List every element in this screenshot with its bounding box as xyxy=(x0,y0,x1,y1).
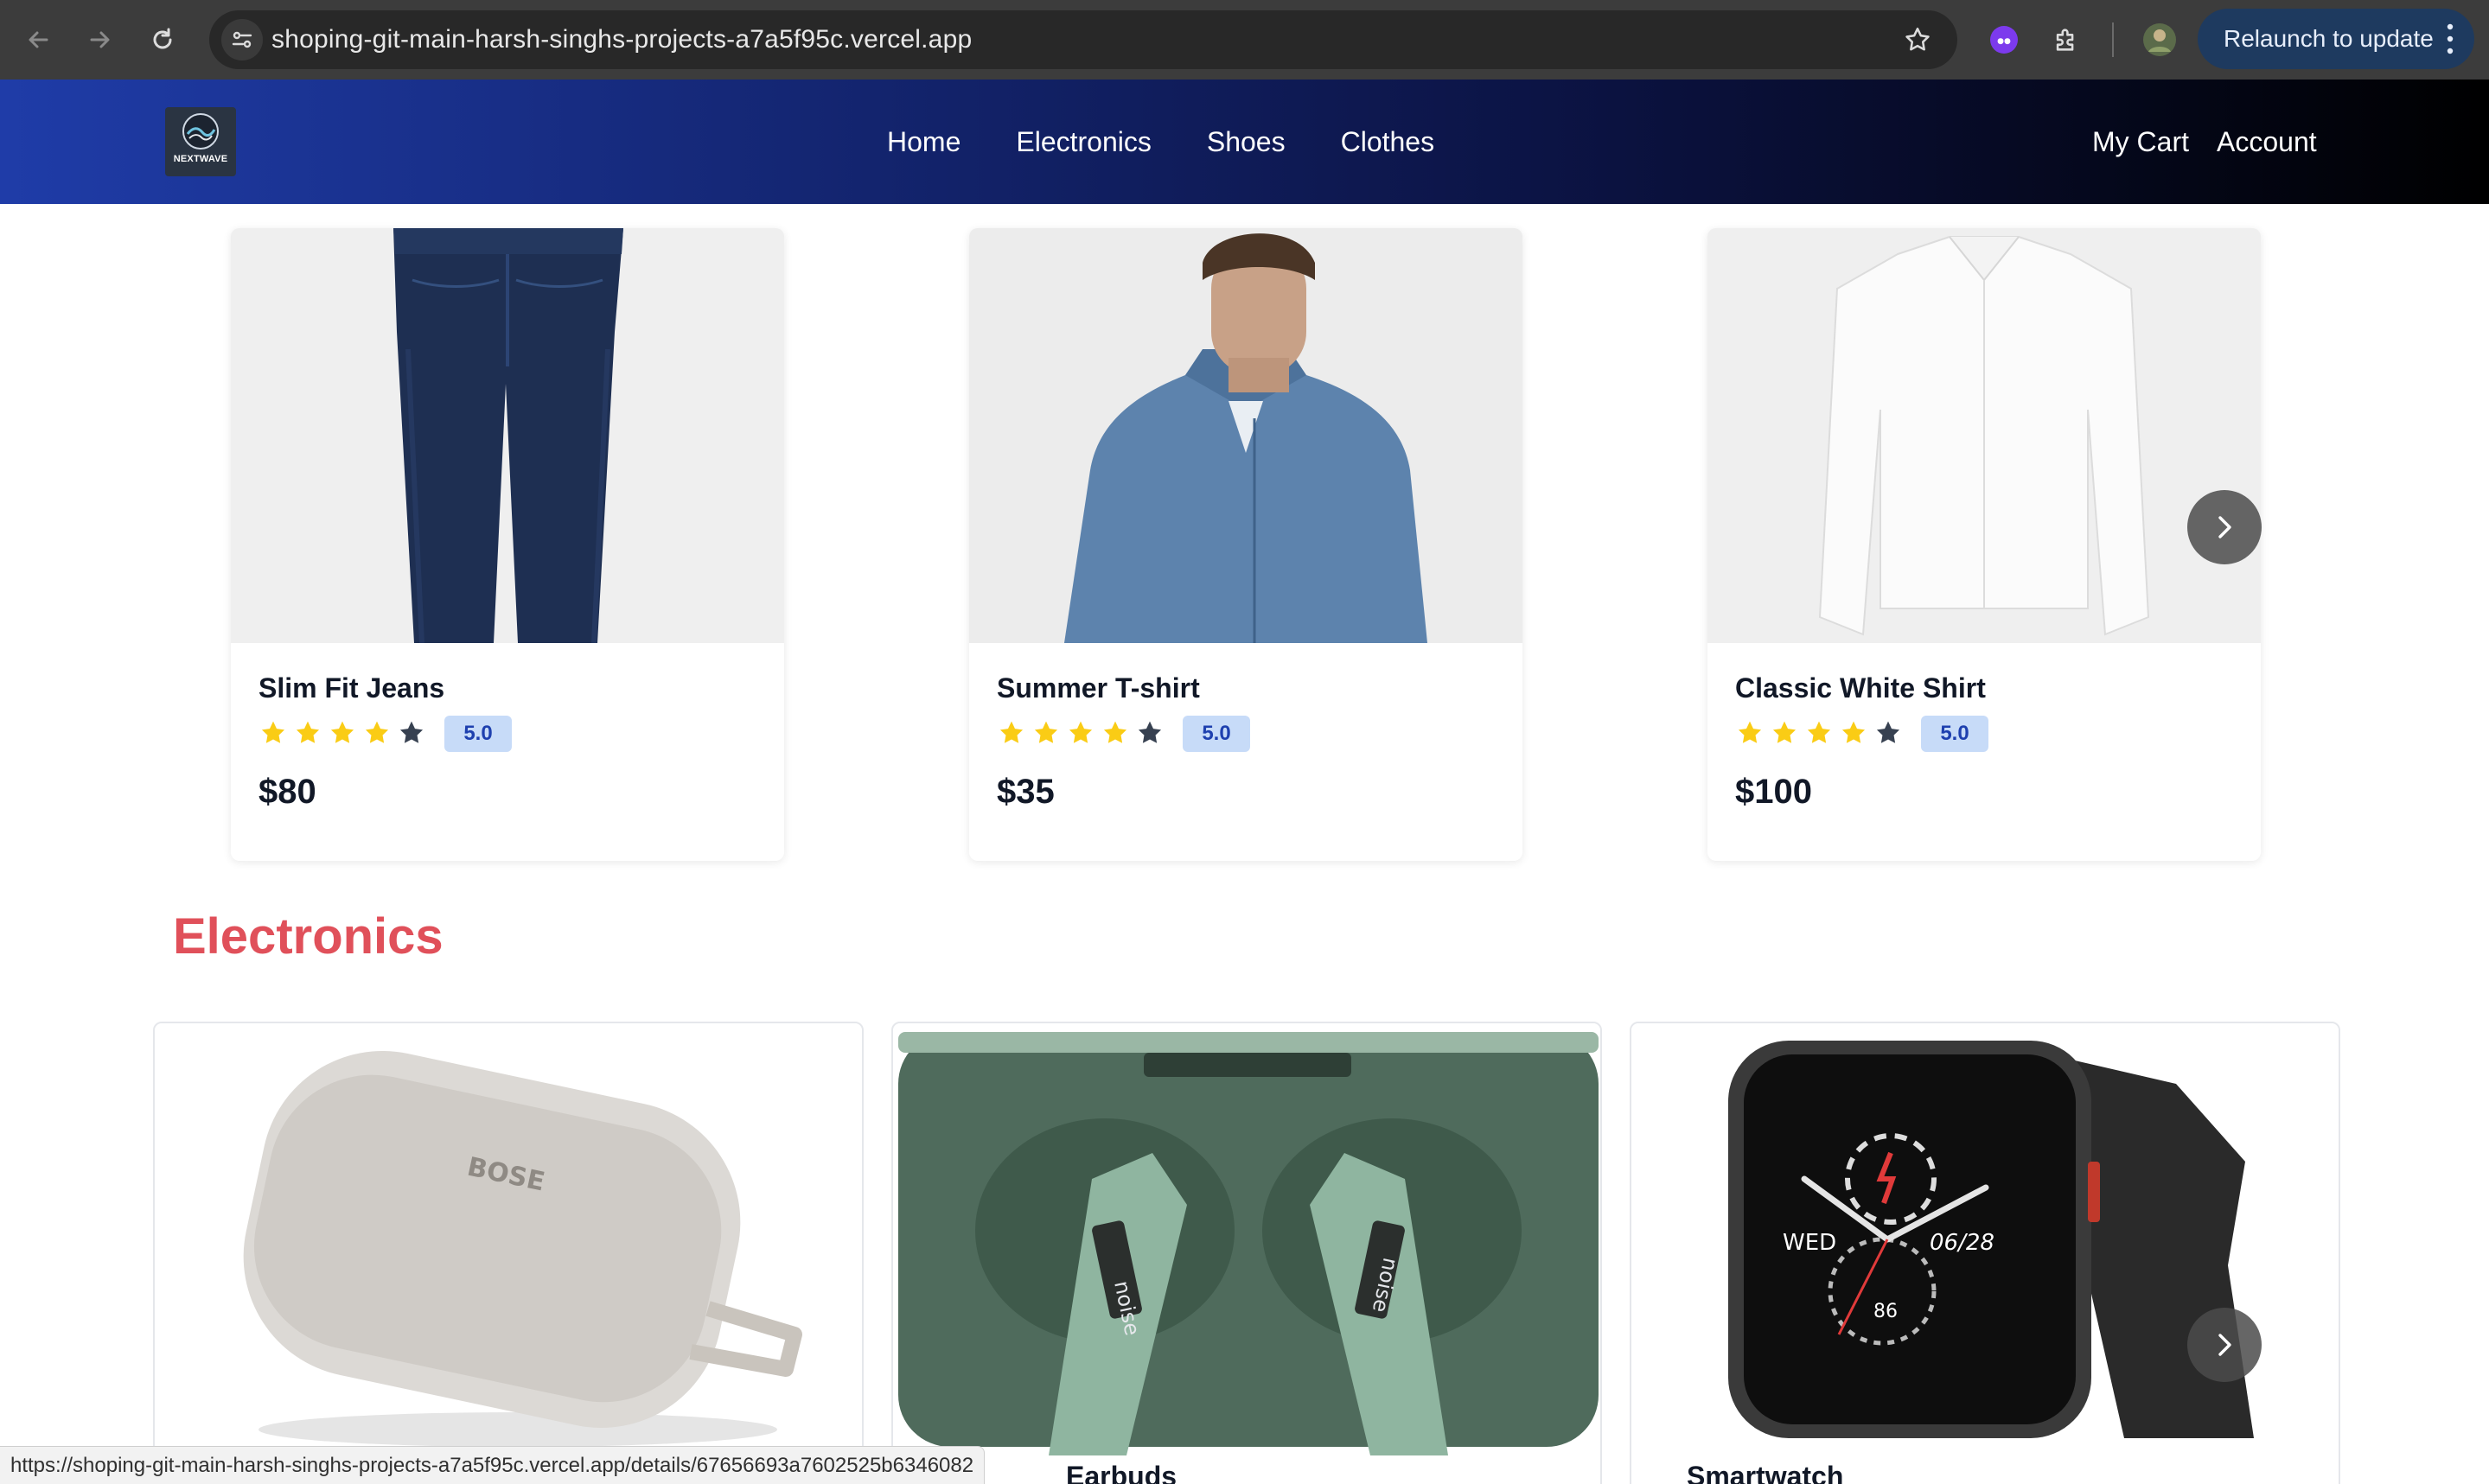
chevron-right-icon xyxy=(2218,1334,2231,1356)
product-name: Smartwatch xyxy=(1687,1461,1844,1484)
product-name: Earbuds xyxy=(1066,1461,1177,1484)
star-empty-icon xyxy=(1876,721,1900,743)
product-price: $80 xyxy=(258,773,316,811)
account-nav: My Cart Account xyxy=(2092,80,2345,204)
product-card-speaker[interactable]: BOSE xyxy=(153,1022,864,1484)
star-filled-icon xyxy=(1103,721,1127,743)
product-card-slim-fit-jeans[interactable]: Slim Fit Jeans 5.0 $80 xyxy=(231,228,784,861)
toolbar-divider xyxy=(2112,22,2114,57)
rating-stars xyxy=(1735,719,1908,747)
nav-clothes[interactable]: Clothes xyxy=(1341,126,1435,158)
product-name: Slim Fit Jeans xyxy=(258,672,445,704)
svg-text:●●: ●● xyxy=(1997,37,2011,46)
star-filled-icon xyxy=(1034,721,1058,743)
star-filled-icon xyxy=(296,721,320,743)
nav-home[interactable]: Home xyxy=(887,126,960,158)
watch-value-text: 86 xyxy=(1873,1301,1898,1322)
nav-account[interactable]: Account xyxy=(2217,126,2317,158)
product-name: Classic White Shirt xyxy=(1735,672,1986,704)
extension-badge-icon[interactable]: ●● xyxy=(1983,19,2025,61)
brand-logo[interactable]: NEXTWAVE xyxy=(165,107,236,176)
rating-stars xyxy=(997,719,1170,747)
logo-emblem-icon xyxy=(182,113,219,150)
nav-electronics[interactable]: Electronics xyxy=(1016,126,1152,158)
star-filled-icon xyxy=(1841,721,1866,743)
star-filled-icon xyxy=(261,721,285,743)
nav-shoes[interactable]: Shoes xyxy=(1207,126,1286,158)
product-image-smartwatch: WED 06/28 86 xyxy=(1631,1023,2339,1455)
main-nav: Home Electronics Shoes Clothes xyxy=(887,80,1490,204)
star-filled-icon xyxy=(1069,721,1093,743)
relaunch-button[interactable]: Relaunch to update xyxy=(2198,9,2474,69)
product-card-classic-white-shirt[interactable]: Classic White Shirt 5.0 $100 xyxy=(1707,228,2261,861)
chevron-right-icon xyxy=(2218,516,2231,538)
product-name: Summer T-shirt xyxy=(997,672,1200,704)
star-empty-icon xyxy=(1138,721,1162,743)
site-header: NEXTWAVE Home Electronics Shoes Clothes … xyxy=(0,80,2489,204)
extensions-puzzle-icon[interactable] xyxy=(2045,19,2087,61)
product-card-earbuds[interactable]: noise noise Earbuds xyxy=(891,1022,1602,1484)
electronics-carousel-next-button[interactable] xyxy=(2187,1308,2262,1382)
star-filled-icon xyxy=(1738,721,1762,743)
rating-stars xyxy=(258,719,431,747)
back-icon[interactable] xyxy=(17,19,59,61)
product-image-speaker: BOSE xyxy=(155,1023,862,1455)
product-image-earbuds: noise noise xyxy=(893,1023,1600,1455)
rating-badge: 5.0 xyxy=(1183,716,1250,752)
browser-toolbar: shoping-git-main-harsh-singhs-projects-a… xyxy=(0,0,2489,80)
star-filled-icon xyxy=(1807,721,1831,743)
star-filled-icon xyxy=(365,721,389,743)
star-filled-icon xyxy=(330,721,354,743)
watch-date-text: 06/28 xyxy=(1930,1230,1994,1256)
reload-icon[interactable] xyxy=(142,19,183,61)
product-image-t-shirt xyxy=(969,228,1522,643)
product-image-jeans xyxy=(231,228,784,643)
product-image-white-shirt xyxy=(1707,228,2261,643)
site-settings-icon[interactable] xyxy=(221,19,263,61)
product-price: $100 xyxy=(1735,773,1812,811)
bookmark-star-icon[interactable] xyxy=(1897,19,1938,61)
product-card-summer-t-shirt[interactable]: Summer T-shirt 5.0 $35 xyxy=(969,228,1522,861)
link-status-bar: https://shoping-git-main-harsh-singhs-pr… xyxy=(0,1446,986,1484)
rating-badge: 5.0 xyxy=(444,716,512,752)
forward-icon[interactable] xyxy=(80,19,121,61)
product-price: $35 xyxy=(997,773,1055,811)
url-text[interactable]: shoping-git-main-harsh-singhs-projects-a… xyxy=(271,10,972,69)
address-bar[interactable]: shoping-git-main-harsh-singhs-projects-a… xyxy=(209,10,1957,69)
star-filled-icon xyxy=(999,721,1024,743)
rating-badge: 5.0 xyxy=(1921,716,1988,752)
clothes-carousel-next-button[interactable] xyxy=(2187,490,2262,564)
more-menu-icon[interactable] xyxy=(2447,22,2454,55)
relaunch-label: Relaunch to update xyxy=(2224,25,2434,52)
profile-avatar-icon[interactable] xyxy=(2139,19,2180,61)
watch-day-text: WED xyxy=(1783,1230,1836,1256)
section-title-electronics: Electronics xyxy=(173,908,444,965)
star-empty-icon xyxy=(399,721,424,743)
product-card-smartwatch[interactable]: WED 06/28 86 Smartwatch xyxy=(1630,1022,2340,1484)
star-filled-icon xyxy=(1772,721,1797,743)
nav-my-cart[interactable]: My Cart xyxy=(2092,126,2189,158)
logo-text: NEXTWAVE xyxy=(173,154,228,164)
